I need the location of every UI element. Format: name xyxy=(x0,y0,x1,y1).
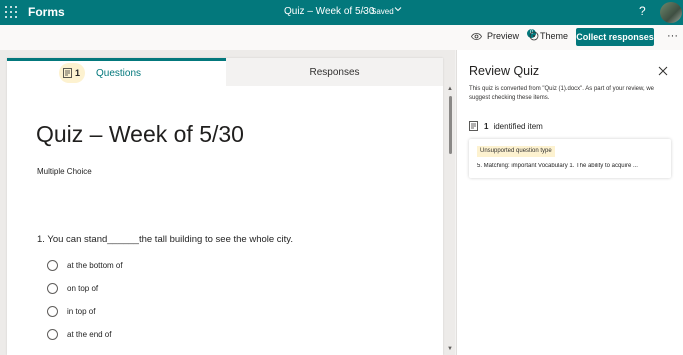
scroll-up-arrow-icon[interactable]: ▲ xyxy=(447,86,453,92)
panel-description: This quiz is converted from "Quiz (1).do… xyxy=(469,86,654,101)
radio-button[interactable] xyxy=(47,306,58,317)
option-2[interactable]: on top of xyxy=(47,283,98,294)
chevron-down-icon[interactable] xyxy=(394,5,402,15)
close-icon[interactable] xyxy=(658,63,668,81)
form-title[interactable]: Quiz – Week of 5/30 xyxy=(36,121,244,148)
document-check-icon xyxy=(469,121,478,131)
more-options-icon[interactable]: ··· xyxy=(667,30,678,42)
document-title[interactable]: Quiz – Week of 5/30 xyxy=(284,6,374,17)
eye-icon xyxy=(471,32,482,40)
collect-responses-button[interactable]: Collect responses xyxy=(576,28,654,46)
save-status: Saved xyxy=(371,7,394,16)
scroll-down-arrow-icon[interactable]: ▼ xyxy=(447,346,453,352)
theme-button[interactable]: Theme xyxy=(529,31,568,41)
theme-label: Theme xyxy=(540,31,569,41)
issue-description[interactable]: 5. Matching: important Vocabulary 1. The… xyxy=(477,163,665,169)
option-1[interactable]: at the bottom of xyxy=(47,260,123,271)
suite-header: Forms Quiz – Week of 5/30 - Saved ? xyxy=(0,0,683,25)
identified-count: 1 xyxy=(484,121,489,131)
review-items-count: 1 xyxy=(75,68,81,78)
tab-questions-label[interactable]: Questions xyxy=(96,68,141,79)
app-launcher-icon[interactable] xyxy=(5,6,17,18)
option-label: on top of xyxy=(67,284,99,293)
question-text[interactable]: 1. You can stand______the tall building … xyxy=(37,234,293,245)
help-icon[interactable]: ? xyxy=(639,4,646,18)
palette-icon xyxy=(529,31,539,41)
review-items-badge[interactable]: 1 xyxy=(59,63,85,83)
scrollbar-thumb[interactable] xyxy=(449,96,452,154)
option-3[interactable]: in top of xyxy=(47,306,95,317)
issue-card[interactable] xyxy=(469,139,671,178)
title-separator: - xyxy=(362,6,365,16)
panel-title: Review Quiz xyxy=(469,64,540,78)
document-check-icon xyxy=(63,68,72,78)
app-name[interactable]: Forms xyxy=(28,5,65,19)
issue-type-tag: Unsupported question type xyxy=(477,146,555,157)
option-label: at the end of xyxy=(67,330,112,339)
avatar[interactable] xyxy=(660,2,682,23)
option-label: in top of xyxy=(67,307,96,316)
tab-responses[interactable]: Responses xyxy=(226,58,443,86)
identified-label: identified item xyxy=(493,121,543,131)
preview-label: Preview xyxy=(487,31,520,41)
radio-button[interactable] xyxy=(47,329,58,340)
option-label: at the bottom of xyxy=(67,261,123,270)
radio-button[interactable] xyxy=(47,260,58,271)
preview-button[interactable]: Preview xyxy=(471,31,519,41)
option-4[interactable]: at the end of xyxy=(47,329,111,340)
radio-button[interactable] xyxy=(47,283,58,294)
form-subtitle[interactable]: Multiple Choice xyxy=(37,167,92,176)
identified-items: 1 identified item xyxy=(469,121,543,131)
